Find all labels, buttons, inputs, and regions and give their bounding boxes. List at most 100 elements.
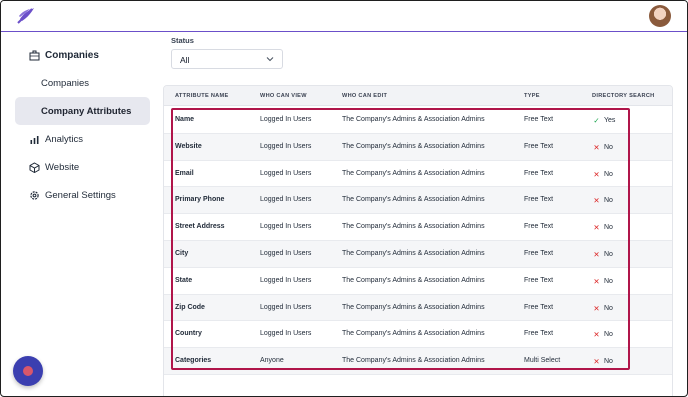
cell-attribute-name: Email — [175, 169, 194, 177]
cell-who-can-edit: The Company's Admins & Association Admin… — [342, 330, 485, 338]
x-icon: ✕ — [593, 276, 600, 286]
table-row[interactable]: State Logged In Users The Company's Admins… — [164, 268, 672, 295]
cell-attribute-name: Categories — [175, 357, 212, 365]
cell-who-can-view: Logged In Users — [260, 303, 312, 311]
cell-who-can-view: Anyone — [260, 357, 284, 365]
sidebar-item-label: Companies — [45, 49, 99, 61]
cell-attribute-name: Website — [175, 142, 202, 150]
chat-launcher-dot — [23, 366, 33, 376]
cell-who-can-edit: The Company's Admins & Association Admin… — [342, 169, 485, 177]
cell-type: Free Text — [524, 169, 554, 177]
x-icon: ✕ — [593, 303, 600, 313]
table-row[interactable]: Primary Phone Logged In Users The Company'… — [164, 187, 672, 215]
sidebar-item-label: Companies — [41, 77, 90, 89]
cell-type: Free Text — [524, 330, 554, 338]
avatar[interactable] — [649, 5, 671, 27]
table-row[interactable]: Country Logged In Users The Company's Admi… — [164, 321, 672, 349]
cell-directory-search: ✕ No — [592, 196, 613, 205]
table-row[interactable]: Zip Code Logged In Users The Company's Adm… — [164, 294, 672, 322]
table-row[interactable]: Email Logged In Users The Company's Admins… — [164, 161, 672, 188]
sidebar-item-company-attributes[interactable]: Company Attributes — [15, 97, 150, 125]
table-row[interactable]: Website Logged In Users The Company's Admi… — [164, 133, 672, 161]
directory-search-value: No — [604, 304, 613, 312]
sidebar-item-companies-section[interactable]: Companies — [15, 41, 150, 69]
table-row[interactable]: Name Logged In Users The Company's Admins … — [164, 107, 672, 134]
table-row[interactable]: City Logged In Users The Company's Admins … — [164, 241, 672, 268]
directory-search-value: No — [604, 358, 613, 366]
cell-attribute-name: Primary Phone — [175, 196, 225, 204]
status-select[interactable]: All — [171, 49, 283, 69]
cell-type: Free Text — [524, 276, 554, 284]
directory-search-value: Yes — [604, 117, 616, 124]
cell-type: Free Text — [524, 196, 554, 204]
cell-type: Free Text — [524, 116, 554, 123]
cell-attribute-name: Name — [175, 116, 195, 123]
table-row[interactable]: Street Address Logged In Users The Company… — [164, 214, 672, 241]
column-header-who-can-edit: WHO CAN EDIT — [342, 93, 388, 99]
chevron-down-icon — [266, 57, 274, 62]
cell-who-can-edit: The Company's Admins & Association Admin… — [342, 357, 485, 365]
cell-type: Free Text — [524, 303, 554, 311]
directory-search-value: No — [604, 251, 613, 258]
cell-directory-search: ✕ No — [592, 143, 613, 152]
directory-search-value: No — [604, 197, 613, 205]
column-header-directory-search: DIRECTORY SEARCH — [592, 93, 655, 99]
sidebar-item-analytics[interactable]: Analytics — [15, 125, 150, 153]
sidebar-item-website[interactable]: Website — [15, 153, 150, 181]
directory-search-value: No — [604, 170, 613, 178]
cell-attribute-name: City — [175, 250, 189, 257]
cell-who-can-edit: The Company's Admins & Association Admin… — [342, 142, 485, 150]
building-icon — [29, 50, 40, 61]
cell-who-can-view: Logged In Users — [260, 196, 312, 204]
directory-search-value: No — [604, 143, 613, 151]
cell-type: Free Text — [524, 250, 554, 257]
cell-who-can-edit: The Company's Admins & Association Admin… — [342, 196, 485, 204]
x-icon: ✕ — [593, 142, 600, 152]
x-icon: ✕ — [593, 223, 600, 233]
sidebar: Companies Companies Company Attributes A… — [15, 41, 150, 209]
feather-logo-icon[interactable] — [16, 7, 36, 25]
cell-directory-search: ✕ No — [592, 277, 613, 286]
cell-who-can-edit: The Company's Admins & Association Admin… — [342, 250, 485, 257]
cell-directory-search: ✕ No — [592, 223, 613, 232]
table-header: ATTRIBUTE NAME WHO CAN VIEW WHO CAN EDIT… — [164, 86, 672, 106]
column-header-type: TYPE — [524, 93, 540, 99]
cell-directory-search: ✕ No — [592, 170, 613, 179]
cell-who-can-view: Logged In Users — [260, 116, 312, 123]
x-icon: ✕ — [593, 196, 600, 206]
table-row[interactable]: Categories Anyone The Company's Admins & A… — [164, 348, 672, 375]
cell-directory-search: ✕ No — [592, 250, 613, 259]
x-icon: ✕ — [593, 169, 600, 179]
directory-search-value: No — [604, 277, 613, 285]
attributes-table: ATTRIBUTE NAME WHO CAN VIEW WHO CAN EDIT… — [163, 85, 673, 396]
cell-who-can-edit: The Company's Admins & Association Admin… — [342, 303, 485, 311]
sidebar-item-label: Company Attributes — [41, 105, 132, 117]
check-icon: ✓ — [593, 116, 600, 125]
app-window: Companies Companies Company Attributes A… — [0, 0, 688, 397]
status-filter-label: Status — [171, 36, 194, 45]
cell-who-can-view: Logged In Users — [260, 330, 312, 338]
cell-directory-search: ✓ Yes — [592, 116, 615, 125]
cell-directory-search: ✕ No — [592, 357, 613, 366]
sidebar-item-label: General Settings — [45, 189, 116, 201]
sidebar-item-label: Website — [45, 161, 80, 173]
directory-search-value: No — [604, 331, 613, 339]
cube-icon — [29, 161, 40, 173]
cell-who-can-edit: The Company's Admins & Association Admin… — [342, 276, 485, 284]
cell-type: Free Text — [524, 142, 554, 150]
cell-directory-search: ✕ No — [592, 330, 613, 339]
cell-type: Free Text — [524, 223, 554, 231]
cell-attribute-name: Street Address — [175, 223, 225, 231]
sidebar-item-companies[interactable]: Companies — [15, 69, 150, 97]
x-icon: ✕ — [593, 330, 600, 340]
cell-who-can-view: Logged In Users — [260, 142, 312, 150]
chat-launcher-icon[interactable] — [13, 356, 43, 386]
gear-icon — [29, 190, 40, 201]
bar-chart-icon — [29, 134, 40, 145]
sidebar-item-general-settings[interactable]: General Settings — [15, 181, 150, 209]
x-icon: ✕ — [593, 357, 600, 367]
cell-who-can-view: Logged In Users — [260, 169, 312, 177]
cell-attribute-name: Zip Code — [175, 303, 205, 311]
cell-directory-search: ✕ No — [592, 304, 613, 313]
cell-type: Multi Select — [524, 357, 561, 365]
